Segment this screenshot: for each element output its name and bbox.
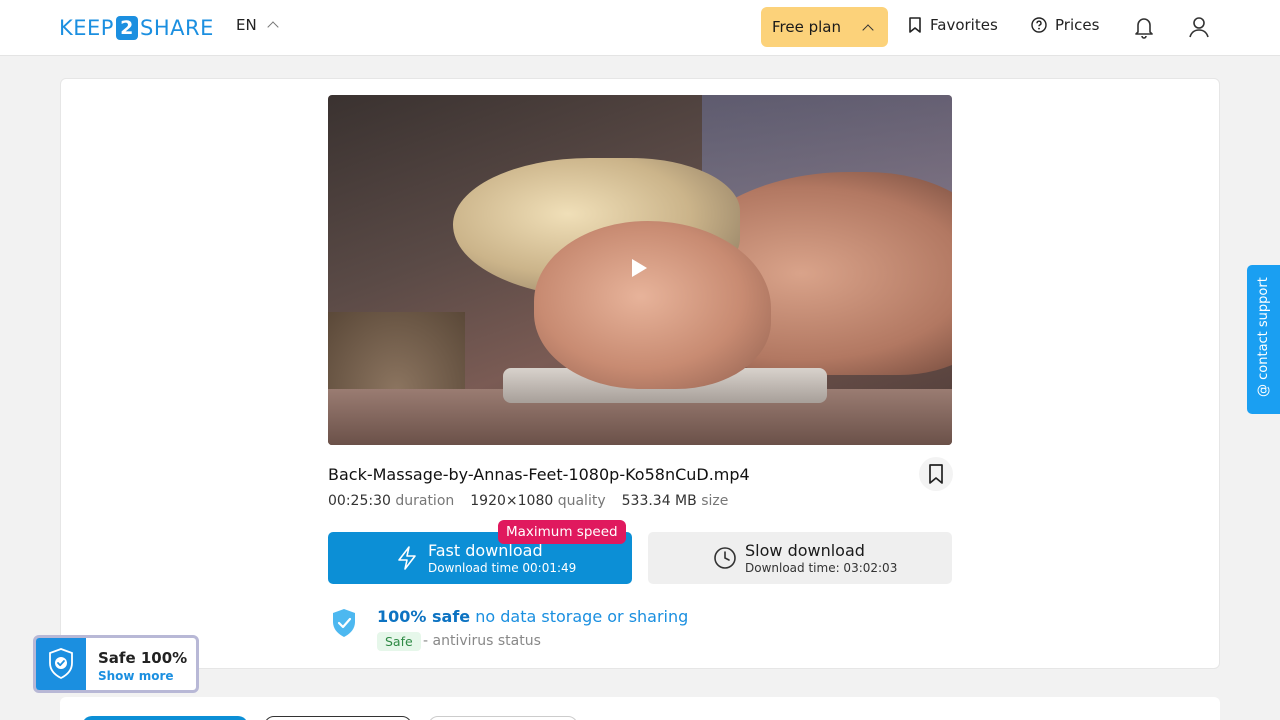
file-meta: 00:25:30 duration 1920×1080 quality 533.… <box>328 493 728 509</box>
video-preview[interactable] <box>328 95 952 445</box>
tab-pill[interactable] <box>264 716 412 720</box>
slow-download-title: Slow download <box>745 541 865 560</box>
quality-value: 1920×1080 <box>470 493 554 509</box>
size-label: size <box>701 493 729 509</box>
slow-download-time: Download time: 03:02:03 <box>745 561 898 575</box>
top-header: KEEP 2 SHARE EN Free plan Favorites Pric… <box>0 0 1280 56</box>
language-label: EN <box>236 16 257 34</box>
safe-100-widget[interactable]: Safe 100% Show more <box>33 635 199 693</box>
logo-text-right: SHARE <box>139 16 214 40</box>
logo-digit: 2 <box>115 16 138 40</box>
shield-check-icon <box>49 648 73 680</box>
safety-strong: 100% safe <box>377 607 471 626</box>
add-favorite-button[interactable] <box>919 457 953 491</box>
safety-rest: no data storage or sharing <box>475 607 689 626</box>
user-icon <box>1189 17 1209 38</box>
chevron-up-icon <box>862 24 874 36</box>
fast-download-time: Download time 00:01:49 <box>428 561 577 575</box>
prices-label: Prices <box>1055 16 1100 34</box>
contact-support-tab[interactable]: @ contact support <box>1247 265 1280 414</box>
keep2share-logo[interactable]: KEEP 2 SHARE <box>59 14 214 42</box>
widget-shield <box>36 638 86 690</box>
favorites-label: Favorites <box>930 16 998 34</box>
antivirus-status-text: - antivirus status <box>423 633 541 649</box>
free-plan-button[interactable]: Free plan <box>761 7 888 47</box>
quality-meta: 1920×1080 quality <box>470 493 605 509</box>
safety-shield <box>330 607 358 643</box>
quality-label: quality <box>557 493 606 509</box>
lightning-icon <box>398 546 416 570</box>
language-selector[interactable]: EN <box>236 16 279 34</box>
duration-label: duration <box>395 493 455 509</box>
shield-check-icon <box>333 609 355 637</box>
free-plan-label: Free plan <box>772 18 841 36</box>
duration-meta: 00:25:30 duration <box>328 493 454 509</box>
tab-pill[interactable] <box>428 716 578 720</box>
logo-text-left: KEEP <box>59 16 114 40</box>
size-value: 533.34 MB <box>621 493 697 509</box>
account-button[interactable] <box>1186 14 1212 40</box>
notifications-button[interactable] <box>1131 14 1157 40</box>
bell-icon <box>1135 18 1153 39</box>
safe-widget-title: Safe 100% <box>98 649 188 667</box>
duration-value: 00:25:30 <box>328 493 391 509</box>
chevron-up-icon <box>267 21 279 33</box>
favorites-link[interactable]: Favorites <box>908 16 998 34</box>
bookmark-icon <box>909 17 921 33</box>
show-more-link[interactable]: Show more <box>98 669 174 683</box>
size-meta: 533.34 MB size <box>622 493 729 509</box>
play-icon[interactable] <box>632 259 647 277</box>
file-name: Back-Massage-by-Annas-Feet-1080p-Ko58nCu… <box>328 465 750 484</box>
tab-pill-active[interactable] <box>82 716 248 720</box>
help-circle-icon <box>1031 17 1047 33</box>
slow-download-button[interactable]: Slow download Download time: 03:02:03 <box>648 532 952 584</box>
maximum-speed-badge: Maximum speed <box>498 520 626 544</box>
antivirus-safe-chip: Safe <box>377 632 421 651</box>
prices-link[interactable]: Prices <box>1031 16 1099 34</box>
bookmark-icon <box>929 464 943 484</box>
contact-support-label: @ contact support <box>1256 277 1271 397</box>
safety-text: 100% safe no data storage or sharing <box>377 607 688 626</box>
video-subject-face <box>533 221 772 389</box>
clock-icon <box>714 547 736 569</box>
